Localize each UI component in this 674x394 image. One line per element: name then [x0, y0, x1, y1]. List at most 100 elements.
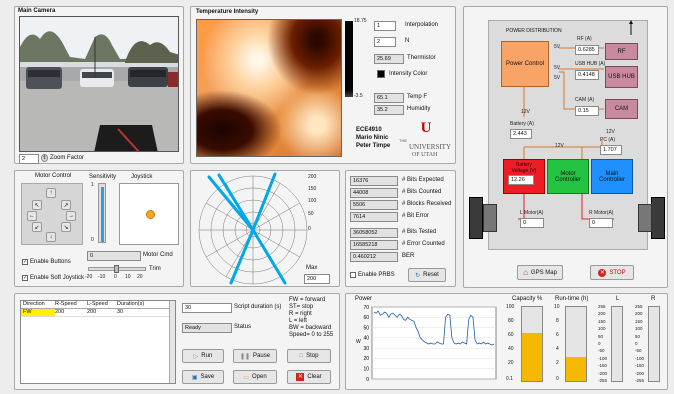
- left-speed-gauge: [611, 306, 623, 382]
- power-distribution-panel: POWER DISTRIBUTION Power Control 5V 5V 5…: [463, 6, 668, 288]
- enable-prbs-checkbox[interactable]: [350, 272, 356, 278]
- power-control-label: Power Control: [505, 61, 544, 67]
- trim-slider[interactable]: [88, 265, 146, 273]
- usb-hub-box-label: USB HUB: [608, 74, 635, 80]
- stop-square-icon: □: [299, 353, 304, 359]
- sensitivity-slider[interactable]: [98, 183, 106, 243]
- capacity-tick: 100: [506, 304, 515, 310]
- pad-down-right-button[interactable]: ↘: [61, 222, 71, 232]
- pad-up-right-button[interactable]: ↗: [61, 200, 71, 210]
- speed-tick: 200: [598, 311, 606, 317]
- bit-stat-value: 36058052: [350, 228, 398, 238]
- cell-direction[interactable]: FW: [21, 309, 55, 316]
- bit-stat-label: # Blocks Received: [402, 201, 452, 207]
- camera-image: [20, 17, 178, 151]
- pad-down-button[interactable]: ↓: [46, 232, 56, 242]
- bit-error-rows: 16376 # Bits Expected 44008 # Bits Counted 5…: [346, 171, 457, 271]
- soft-joystick-area[interactable]: [119, 183, 179, 245]
- lidar-max-input[interactable]: 200: [304, 274, 330, 284]
- battery-box: Battery Voltage (V) 12.26: [503, 159, 545, 194]
- capacity-label: Capacity %: [512, 296, 543, 302]
- bit-stat-label: BER: [402, 253, 415, 259]
- trim-tick: -20: [85, 274, 93, 280]
- reset-label: Reset: [423, 272, 439, 278]
- legend-line-1: FW = forward: [289, 297, 326, 303]
- cell-r-speed[interactable]: 200: [55, 309, 87, 316]
- intensity-color-swatch[interactable]: [377, 70, 385, 78]
- clear-button[interactable]: ✕ Clear: [287, 370, 331, 384]
- bit-stat-value: 44008: [350, 188, 398, 198]
- bit-stat-value: 5506: [350, 200, 398, 210]
- joystick-label: Joystick: [131, 174, 153, 180]
- enable-soft-joystick-label: Enable Soft Joystick: [30, 275, 85, 281]
- script-duration-input[interactable]: 30: [182, 303, 232, 313]
- left-wheel: [469, 197, 483, 239]
- sensitivity-label: Sensitivity: [89, 174, 117, 180]
- usb-current-label: USB HUB (A): [575, 61, 606, 67]
- bit-stat-value: 0.460212: [350, 252, 398, 262]
- speed-tick: -255: [598, 378, 608, 383]
- col-l-speed: L-Speed: [87, 301, 108, 307]
- capacity-tick: 60: [508, 332, 514, 338]
- table-row[interactable]: FW 200 200 30: [21, 309, 175, 317]
- enable-soft-joystick-checkbox[interactable]: ✓: [22, 275, 28, 281]
- interpolation-label: Interpolation: [405, 22, 439, 28]
- intensity-scale-bar: [345, 21, 353, 97]
- motor-controller-box: Motor Controller: [547, 159, 589, 194]
- reset-button[interactable]: ↻ Reset: [408, 268, 446, 282]
- open-button[interactable]: ▭ Open: [233, 370, 277, 384]
- right-motor-current-label: R Motor(A): [589, 210, 614, 216]
- joystick-knob[interactable]: [146, 210, 155, 219]
- run-button[interactable]: ▷ Run: [182, 349, 224, 363]
- gps-map-button[interactable]: ⌂ GPS Map: [517, 265, 563, 280]
- y-axis-label: W: [356, 339, 361, 345]
- pad-left-button[interactable]: ←: [27, 211, 37, 221]
- pc-current-value: 1.707: [600, 145, 622, 155]
- n-input[interactable]: 2: [374, 37, 396, 47]
- capacity-gauge: [521, 306, 543, 382]
- power-control-box: Power Control: [501, 41, 549, 87]
- runtime-tick: 8: [556, 318, 559, 324]
- stop-button[interactable]: ✕ STOP: [590, 265, 634, 280]
- trim-tick: 20: [137, 274, 143, 280]
- y-tick-label: 30: [363, 346, 369, 352]
- save-button[interactable]: ▣ Save: [182, 370, 224, 384]
- trim-thumb[interactable]: [114, 265, 119, 273]
- sensitivity-fill: [101, 186, 104, 242]
- script-panel: Direction R-Speed L-Speed Duration(s) FW…: [14, 293, 340, 390]
- power-panel: Power 70 60 50 40 30 20 10 0 W Capacity % 100 80…: [345, 293, 668, 390]
- left-speed-label: L: [616, 296, 620, 302]
- speed-tick: 255: [598, 304, 606, 309]
- pad-up-left-button[interactable]: ↖: [32, 200, 42, 210]
- pad-right-button[interactable]: →: [66, 211, 76, 221]
- pause-button[interactable]: ❚❚ Pause: [233, 349, 277, 363]
- zoom-stepper-icon[interactable]: ⇕: [41, 154, 48, 162]
- speed-tick: 50: [598, 333, 604, 339]
- script-table-header: Direction R-Speed L-Speed Duration(s): [21, 301, 175, 309]
- pad-down-left-button[interactable]: ↙: [32, 222, 42, 232]
- ring-label-100: 100: [308, 198, 317, 204]
- speed-tick: 0: [635, 341, 638, 346]
- pad-up-button[interactable]: ↑: [46, 188, 56, 198]
- y-tick-label: 20: [363, 356, 369, 362]
- cam-box-label: CAM: [614, 106, 629, 112]
- cell-l-speed[interactable]: 200: [87, 309, 117, 316]
- zoom-factor-input[interactable]: 2: [19, 154, 39, 164]
- ring-label-150: 150: [308, 186, 317, 192]
- clear-icon: ✕: [296, 373, 305, 381]
- interpolation-input[interactable]: 1: [374, 21, 396, 31]
- legend-line-3: R = right: [289, 311, 312, 317]
- speed-tick: -100: [635, 355, 645, 361]
- col-direction: Direction: [23, 301, 45, 307]
- cell-duration[interactable]: 30: [117, 309, 157, 316]
- script-stop-label: Stop: [306, 353, 319, 359]
- script-stop-button[interactable]: □ Stop: [287, 349, 331, 363]
- reset-icon: ↻: [415, 272, 421, 279]
- battery-current-label: Battery (A): [510, 121, 534, 127]
- enable-buttons-checkbox[interactable]: ✓: [22, 259, 28, 265]
- cam-current-value: 0.15: [575, 106, 599, 116]
- speed-tick: 100: [635, 326, 643, 332]
- trim-tick: 10: [125, 274, 131, 280]
- capacity-tick-labels: 100 80 60 40 20 0.1: [506, 304, 518, 384]
- table-scrollbar[interactable]: [169, 301, 175, 383]
